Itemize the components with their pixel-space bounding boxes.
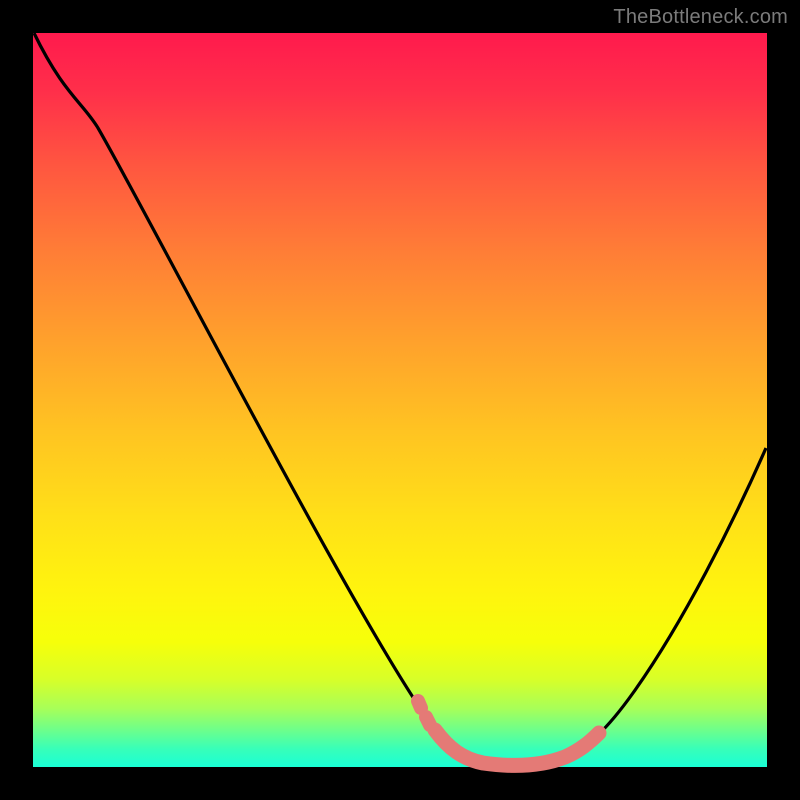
curve-path [34,33,766,766]
valley-dots-left [418,701,421,708]
valley-dots-left-2 [426,717,430,725]
valley-highlight-path [435,730,599,765]
bottleneck-curve [33,33,767,767]
watermark-text: TheBottleneck.com [613,6,788,29]
